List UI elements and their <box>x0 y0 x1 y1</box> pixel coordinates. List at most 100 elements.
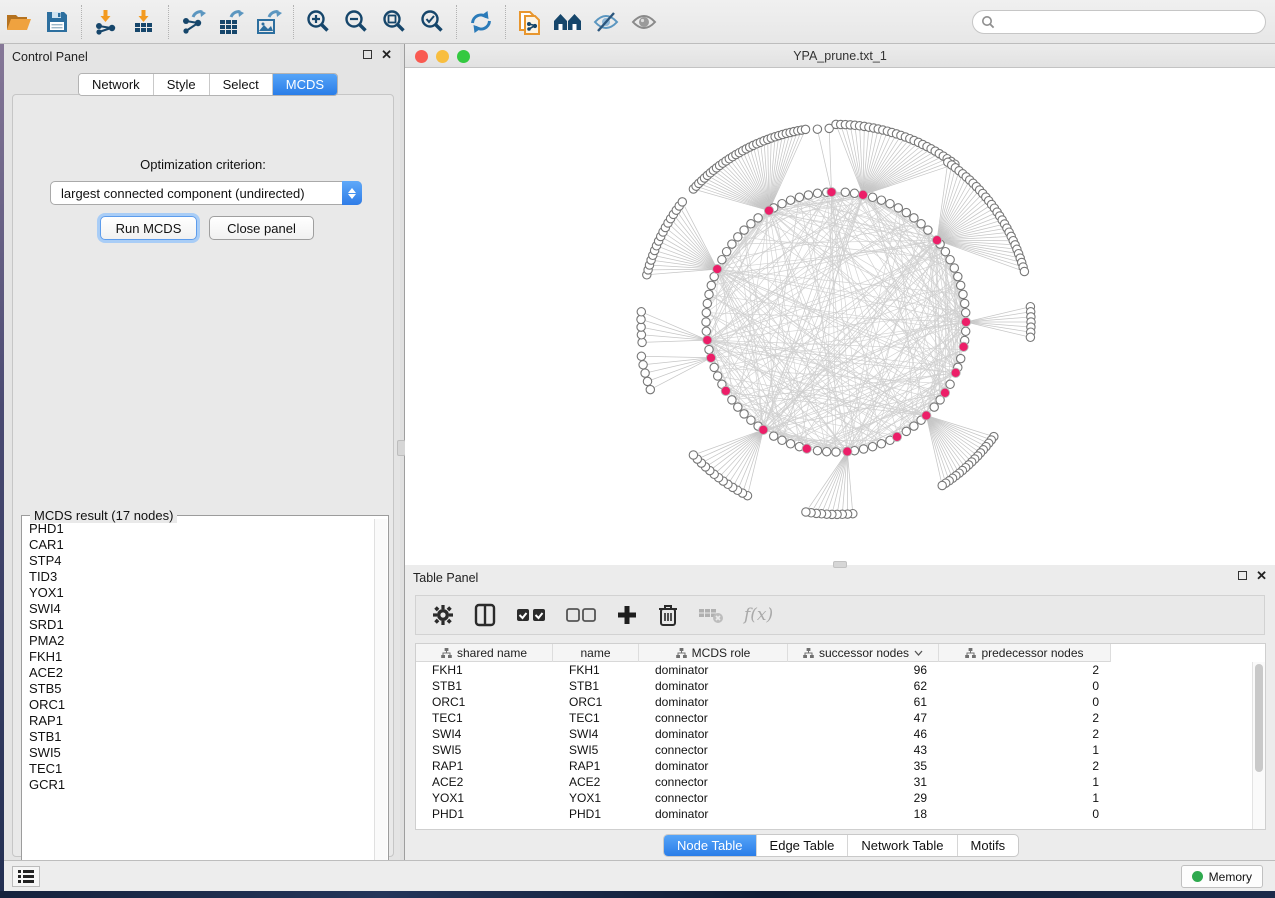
tab-network-table[interactable]: Network Table <box>848 835 957 856</box>
export-network-icon[interactable] <box>174 4 212 40</box>
close-window-icon[interactable] <box>415 50 428 63</box>
network-canvas[interactable] <box>405 68 1275 565</box>
cell-MCDS-role: dominator <box>639 726 788 742</box>
table-row[interactable]: ORC1ORC1dominator610 <box>416 694 1265 710</box>
zoom-fit-icon[interactable] <box>375 4 413 40</box>
tab-motifs[interactable]: Motifs <box>958 835 1019 856</box>
table-row[interactable]: FKH1FKH1dominator962 <box>416 662 1265 678</box>
delete-table-icon[interactable] <box>698 601 724 629</box>
zoom-out-icon[interactable] <box>337 4 375 40</box>
splitter-grip[interactable] <box>833 561 847 568</box>
result-item[interactable]: TID3 <box>29 569 375 585</box>
clone-network-icon[interactable] <box>511 4 549 40</box>
close-panel-icon[interactable]: ✕ <box>1256 571 1267 580</box>
tab-style[interactable]: Style <box>154 74 210 95</box>
column-header-predecessor-nodes[interactable]: predecessor nodes <box>939 644 1111 662</box>
node-table[interactable]: shared namenameMCDS rolesuccessor nodesp… <box>415 643 1266 830</box>
tab-node-table[interactable]: Node Table <box>664 835 757 856</box>
zoom-selected-icon[interactable] <box>413 4 451 40</box>
hide-view-icon[interactable] <box>587 4 625 40</box>
table-row[interactable]: RAP1RAP1dominator352 <box>416 758 1265 774</box>
network-window-titlebar[interactable]: YPA_prune.txt_1 <box>405 44 1275 68</box>
result-item[interactable]: SWI5 <box>29 745 375 761</box>
column-layout-icon[interactable] <box>474 601 496 629</box>
refresh-icon[interactable] <box>462 4 500 40</box>
zoom-in-icon[interactable] <box>299 4 337 40</box>
select-all-icon[interactable] <box>516 601 546 629</box>
minimize-window-icon[interactable] <box>436 50 449 63</box>
tab-select[interactable]: Select <box>210 74 273 95</box>
table-row[interactable]: PHD1PHD1dominator180 <box>416 806 1265 822</box>
cell-shared-name: ACE2 <box>416 774 553 790</box>
float-panel-icon[interactable] <box>1238 571 1247 580</box>
desktop: Control Panel ✕ NetworkStyleSelectMCDS O… <box>0 0 1275 898</box>
run-mcds-button[interactable]: Run MCDS <box>100 216 197 240</box>
task-history-button[interactable] <box>12 866 40 887</box>
table-row[interactable]: SWI4SWI4dominator462 <box>416 726 1265 742</box>
tab-edge-table[interactable]: Edge Table <box>757 835 849 856</box>
add-column-icon[interactable] <box>616 601 638 629</box>
zoom-window-icon[interactable] <box>457 50 470 63</box>
result-item[interactable]: RAP1 <box>29 713 375 729</box>
gear-icon[interactable] <box>432 601 454 629</box>
tab-network[interactable]: Network <box>79 74 154 95</box>
deselect-all-icon[interactable] <box>566 601 596 629</box>
cell-shared-name: ORC1 <box>416 694 553 710</box>
export-image-icon[interactable] <box>250 4 288 40</box>
control-panel-tabs: NetworkStyleSelectMCDS <box>78 73 338 96</box>
result-item[interactable]: PHD1 <box>29 521 375 537</box>
column-header-MCDS-role[interactable]: MCDS role <box>639 644 788 662</box>
table-row[interactable]: TEC1TEC1connector472 <box>416 710 1265 726</box>
column-header-successor-nodes[interactable]: successor nodes <box>788 644 939 662</box>
float-panel-icon[interactable] <box>363 50 372 59</box>
desktop-wallpaper-strip <box>0 891 1275 898</box>
scrollbar-thumb[interactable] <box>1255 664 1263 772</box>
cell-successor-nodes: 47 <box>788 710 939 726</box>
open-folder-icon[interactable] <box>0 4 38 40</box>
column-header-shared-name[interactable]: shared name <box>416 644 553 662</box>
delete-column-icon[interactable] <box>658 601 678 629</box>
result-item[interactable]: ACE2 <box>29 665 375 681</box>
close-panel-icon[interactable]: ✕ <box>381 50 392 59</box>
table-row[interactable]: YOX1YOX1connector291 <box>416 790 1265 806</box>
import-network-icon[interactable] <box>87 4 125 40</box>
home-networks-icon[interactable] <box>549 4 587 40</box>
table-scrollbar[interactable] <box>1252 662 1265 829</box>
result-item[interactable]: ORC1 <box>29 697 375 713</box>
column-header-name[interactable]: name <box>553 644 639 662</box>
result-item[interactable]: TEC1 <box>29 761 375 777</box>
search-input[interactable] <box>995 15 1257 29</box>
mcds-result-list[interactable]: PHD1CAR1STP4TID3YOX1SWI4SRD1PMA2FKH1ACE2… <box>23 519 375 885</box>
result-scrollbar[interactable] <box>374 519 387 885</box>
tab-mcds[interactable]: MCDS <box>273 74 337 95</box>
close-panel-button[interactable]: Close panel <box>209 216 314 240</box>
function-builder-icon[interactable]: f(x) <box>744 601 773 629</box>
cell-name: PHD1 <box>553 806 639 822</box>
result-item[interactable]: FKH1 <box>29 649 375 665</box>
memory-button[interactable]: Memory <box>1181 865 1263 888</box>
table-row[interactable]: STB1STB1dominator620 <box>416 678 1265 694</box>
result-item[interactable]: PMA2 <box>29 633 375 649</box>
control-panel-title: Control Panel <box>12 50 88 64</box>
result-item[interactable]: STB1 <box>29 729 375 745</box>
cell-predecessor-nodes: 1 <box>939 790 1111 806</box>
save-icon[interactable] <box>38 4 76 40</box>
table-row[interactable]: ACE2ACE2connector311 <box>416 774 1265 790</box>
result-item[interactable]: YOX1 <box>29 585 375 601</box>
result-item[interactable]: CAR1 <box>29 537 375 553</box>
show-view-icon[interactable] <box>625 4 663 40</box>
export-table-icon[interactable] <box>212 4 250 40</box>
cell-shared-name: PHD1 <box>416 806 553 822</box>
criterion-select[interactable]: largest connected component (undirected) <box>50 181 362 205</box>
result-item[interactable]: GCR1 <box>29 777 375 793</box>
result-item[interactable]: STB5 <box>29 681 375 697</box>
import-table-icon[interactable] <box>125 4 163 40</box>
table-panel-title: Table Panel <box>413 571 478 585</box>
main-toolbar <box>0 0 1275 44</box>
cell-predecessor-nodes: 0 <box>939 678 1111 694</box>
search-box[interactable] <box>972 10 1266 34</box>
table-row[interactable]: SWI5SWI5connector431 <box>416 742 1265 758</box>
result-item[interactable]: STP4 <box>29 553 375 569</box>
result-item[interactable]: SRD1 <box>29 617 375 633</box>
result-item[interactable]: SWI4 <box>29 601 375 617</box>
